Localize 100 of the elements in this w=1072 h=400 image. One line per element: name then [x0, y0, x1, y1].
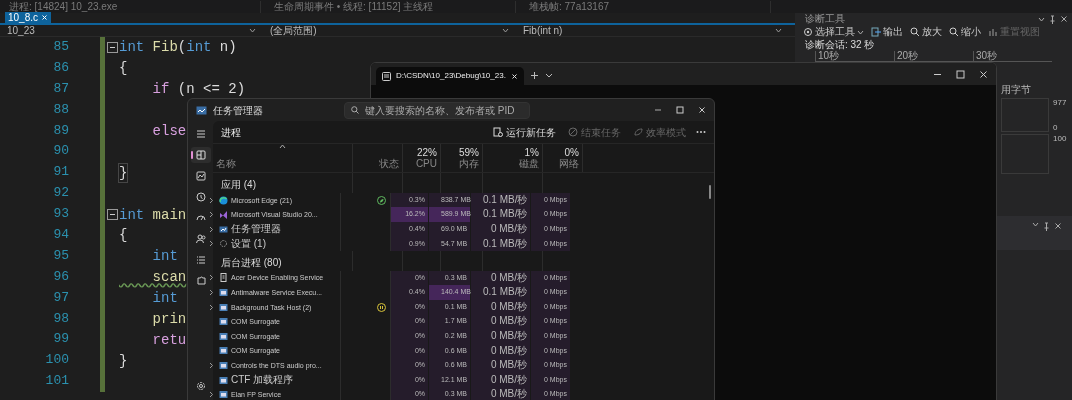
toolbar-button[interactable]: 运行新任务 — [491, 123, 558, 141]
chevron-right-icon[interactable] — [209, 211, 214, 219]
column-header[interactable]: 状态 — [379, 158, 399, 170]
panel-title: 诊断工具 — [805, 13, 845, 25]
line-number: 85 — [52, 38, 69, 56]
resource-value: 0.1 MB/秒 — [471, 285, 531, 300]
caret-icon — [249, 28, 256, 33]
axis-label: 977 — [1053, 98, 1067, 107]
timeline-tick: 20秒 — [894, 51, 973, 61]
line-number: 96 — [52, 267, 69, 286]
window-icon — [219, 302, 228, 312]
scrollbar-thumb[interactable] — [709, 185, 711, 199]
collapse-icon[interactable] — [106, 41, 118, 53]
nav-item[interactable] — [190, 147, 211, 163]
line-number: 87 — [52, 79, 69, 98]
line-number: 92 — [52, 184, 69, 203]
window-icon — [219, 375, 228, 385]
settings-icon — [194, 380, 207, 392]
toolbar-button[interactable]: 选择工具 — [803, 26, 864, 38]
resource-value: 0 MB/秒 — [471, 270, 531, 286]
line-number: 100 — [44, 351, 69, 370]
axis-label: 0 — [1053, 123, 1059, 132]
bars-icon — [988, 27, 998, 37]
document-tab[interactable]: 10_8.c — [5, 12, 52, 23]
history-icon — [194, 191, 207, 203]
chevron-right-icon[interactable] — [209, 196, 214, 204]
group-heading: 后台进程 (80) — [213, 251, 353, 271]
toolbar-button[interactable]: 输出 — [871, 26, 903, 38]
timeline-tick: 30秒 — [973, 51, 1052, 61]
resource-value: 0.1 MB/秒 — [471, 207, 531, 223]
column-total: 22% — [417, 147, 437, 159]
close-icon[interactable] — [698, 106, 706, 114]
code-line: int Fib(int n) — [119, 38, 237, 57]
close-icon[interactable] — [1060, 15, 1068, 23]
collapse-icon[interactable] — [106, 209, 118, 221]
pin-icon[interactable] — [1043, 222, 1050, 231]
code-line: { — [119, 226, 128, 245]
resource-value: 0 MB/秒 — [471, 314, 531, 329]
column-total: 1% — [524, 147, 539, 159]
list-icon — [194, 254, 207, 266]
column-header[interactable]: 名称 — [216, 158, 349, 170]
more-icon[interactable] — [696, 130, 706, 135]
line-number: 91 — [52, 163, 69, 182]
chevron-right-icon[interactable] — [209, 289, 214, 297]
grid-icon — [194, 149, 207, 161]
column-header[interactable]: 磁盘 — [519, 158, 539, 170]
chevron-right-icon[interactable] — [209, 391, 214, 399]
column-header[interactable]: CPU — [415, 158, 437, 170]
menu-icon — [194, 128, 207, 140]
puzzle-icon — [194, 275, 207, 287]
resource-value: 0 MB/秒 — [471, 387, 531, 400]
infinity-icon — [219, 210, 228, 220]
globe-icon — [219, 195, 228, 205]
caret-icon — [1032, 222, 1039, 227]
code-line: } — [119, 163, 128, 182]
leaf-icon — [633, 127, 643, 138]
line-number: 97 — [52, 288, 69, 307]
code-line: else — [151, 122, 187, 140]
scope-dropdown[interactable]: 10_23 — [4, 25, 259, 36]
device-icon — [219, 273, 228, 283]
pin-icon[interactable] — [1049, 14, 1056, 24]
group-heading: 应用 (4) — [213, 173, 353, 193]
line-number: 90 — [52, 142, 69, 161]
scope-dropdown[interactable]: Fib(int n) — [520, 25, 785, 36]
process-name: CTF 加载程序 — [231, 374, 294, 387]
code-line: if (n <= 2) — [151, 80, 246, 99]
toolbar-button[interactable]: 放大 — [910, 26, 942, 38]
scope-dropdown[interactable]: (全局范围) — [267, 25, 512, 36]
line-number: 94 — [52, 226, 69, 244]
toolbar-dropdown[interactable]: 生命周期事件 • 线程: [11152] 主线程 — [271, 0, 516, 13]
line-number: 89 — [52, 121, 69, 140]
chevron-right-icon[interactable] — [209, 303, 214, 311]
maximize-icon[interactable] — [676, 106, 684, 114]
search-field[interactable]: 键入要搜索的名称、发布者或 PID — [344, 101, 530, 119]
line-number: 95 — [52, 246, 69, 265]
maximize-icon[interactable] — [956, 69, 965, 79]
chevron-right-icon[interactable] — [209, 240, 214, 248]
plus-icon[interactable] — [529, 71, 539, 80]
window-icon — [219, 331, 228, 341]
close-icon[interactable] — [1054, 222, 1062, 230]
toolbar-dropdown[interactable]: 堆栈帧: 77a13167 — [526, 0, 771, 13]
chevron-right-icon[interactable] — [209, 274, 214, 282]
chevron-right-icon[interactable] — [209, 362, 214, 369]
close-icon[interactable] — [979, 69, 988, 79]
line-number: 93 — [52, 205, 69, 224]
gear-icon — [219, 239, 228, 249]
toolbar-button[interactable]: 缩小 — [949, 26, 981, 38]
column-total: 59% — [459, 147, 479, 159]
new-task-icon — [493, 127, 503, 138]
window-title: 任务管理器 — [213, 103, 264, 118]
chevron-right-icon[interactable] — [209, 225, 214, 233]
column-header[interactable]: 网络 — [559, 158, 579, 170]
chevron-down-icon[interactable] — [544, 73, 553, 79]
terminal-tab[interactable]: D:\CSDN\10_23\Debug\10_23. — [376, 67, 524, 85]
line-number: 88 — [52, 100, 69, 119]
sort-caret-icon[interactable] — [279, 144, 286, 150]
line-number: 86 — [52, 58, 69, 77]
caret-icon — [502, 28, 509, 33]
window-icon — [219, 288, 228, 298]
column-header[interactable]: 内存 — [459, 158, 479, 170]
